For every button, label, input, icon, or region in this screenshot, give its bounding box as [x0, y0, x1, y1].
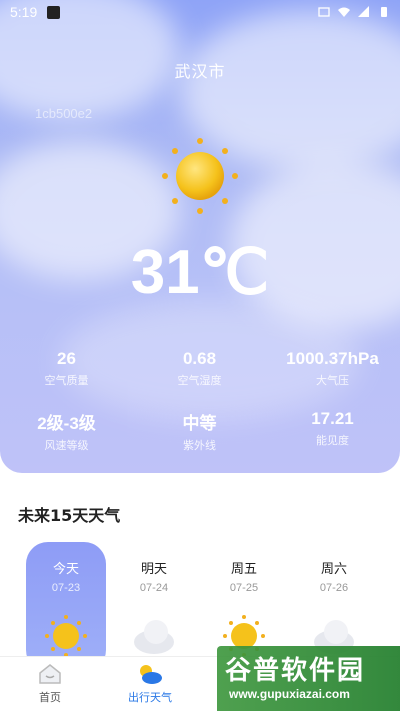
- stat-label: 紫外线: [183, 439, 216, 452]
- notification-icon: [47, 5, 61, 19]
- forecast-day-today[interactable]: 今天 07-23: [26, 542, 106, 672]
- site-watermark: 谷普软件园 www.gupuxiazai.com: [217, 646, 400, 711]
- sun-icon: [162, 138, 238, 214]
- day-date: 07-23: [51, 582, 81, 594]
- day-name: 今天: [52, 562, 79, 577]
- forecast-title: 未来15天天气: [18, 506, 121, 525]
- stat-uv: 中等 紫外线: [133, 409, 266, 453]
- stat-label: 能见度: [316, 434, 349, 447]
- location-code: 1cb500e2: [35, 106, 93, 121]
- tab-travel-weather[interactable]: 出行天气: [90, 663, 210, 705]
- watermark-url: www.gupuxiazai.com: [229, 687, 350, 701]
- stat-value: 26: [57, 349, 76, 368]
- cloud-icon: [134, 620, 174, 654]
- battery-icon: [381, 7, 387, 17]
- home-icon: [39, 664, 61, 684]
- stat-visibility: 17.21 能见度: [266, 409, 399, 448]
- stat-value: 0.68: [182, 349, 217, 368]
- stat-value: 中等: [182, 414, 217, 433]
- stat-label: 空气湿度: [177, 374, 222, 387]
- day-name: 周五: [230, 562, 257, 577]
- stat-value: 1000.37hPa: [286, 349, 379, 368]
- day-date: 07-24: [139, 582, 169, 594]
- stat-label: 空气质量: [44, 374, 89, 387]
- wifi-icon: [338, 7, 350, 17]
- day-name: 明天: [140, 562, 167, 577]
- stat-value: 17.21: [311, 409, 354, 428]
- stat-label: 大气压: [316, 374, 349, 387]
- current-temperature: 31℃: [130, 238, 270, 307]
- stat-value: 2级-3级: [37, 414, 96, 433]
- status-bar: 5:19: [0, 0, 400, 24]
- forecast-day-tomorrow[interactable]: 明天 07-24: [114, 542, 194, 672]
- status-time: 5:19: [10, 4, 38, 20]
- signal-icon: [358, 6, 369, 17]
- weather-hero: 5:19 武汉市 1cb500e2 31℃ 26 空气质量 0.68 空气湿度 …: [0, 0, 400, 473]
- stat-humidity: 0.68 空气湿度: [133, 349, 266, 388]
- tab-label: 出行天气: [128, 691, 172, 704]
- city-name: 武汉市: [174, 62, 226, 81]
- cast-icon: [318, 7, 330, 17]
- stat-air-quality: 26 空气质量: [0, 349, 133, 388]
- stat-wind: 2级-3级 风速等级: [0, 409, 133, 453]
- weather-icon: [140, 665, 162, 684]
- day-date: 07-25: [229, 582, 259, 594]
- stat-pressure: 1000.37hPa 大气压: [266, 349, 399, 388]
- day-name: 周六: [320, 562, 347, 577]
- stat-label: 风速等级: [44, 439, 89, 452]
- watermark-title: 谷普软件园: [225, 656, 366, 686]
- day-date: 07-26: [319, 582, 349, 594]
- sun-icon: [45, 615, 87, 657]
